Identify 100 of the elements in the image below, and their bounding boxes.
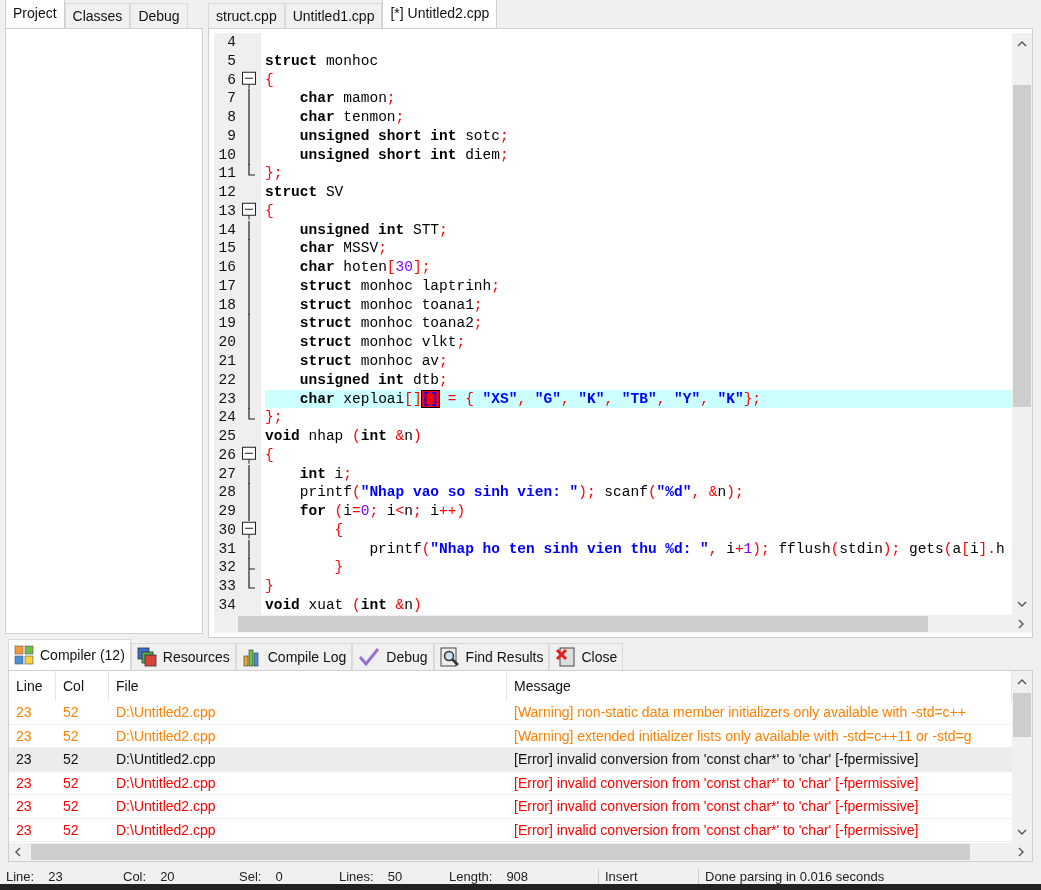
code-line: char mamon; (298, 89, 397, 109)
column-header[interactable]: Line (9, 671, 56, 701)
line-number: 15 (217, 239, 236, 259)
table-cell-text: D:\Untitled2.cpp (115, 703, 217, 722)
line-number: 34 (217, 595, 236, 615)
output-tab[interactable]: Resources (130, 643, 236, 670)
code-line: { (265, 445, 275, 465)
line-number: 9 (226, 126, 236, 146)
code-line: struct monhoc av; (298, 352, 449, 371)
line-number: 31 (217, 539, 236, 559)
line-number: 21 (217, 352, 236, 371)
table-cell-text: 52 (62, 820, 80, 840)
code-line: unsigned short int sotc; (298, 126, 510, 146)
line-number: 32 (217, 558, 236, 578)
scroll-right-icon[interactable] (1018, 847, 1024, 858)
panel-tab[interactable]: Classes (64, 3, 131, 28)
close-icon (555, 647, 576, 667)
output-tab[interactable]: Find Results (433, 643, 550, 670)
code-line: for (i=0; i<n; i++) (298, 502, 467, 521)
scroll-right-icon[interactable] (1018, 618, 1024, 629)
output-tab[interactable]: Compile Log (235, 643, 353, 670)
horizontal-scrollbar[interactable] (9, 843, 1032, 862)
table-cell-text: [Warning] extended initializer lists only available with -std=c++11 or -std=g (513, 726, 973, 746)
table-cell-text: 23 (15, 750, 33, 769)
table-cell-text: [Warning] non-static data member initializers only available with -std=c++ (513, 703, 967, 722)
table-cell-text: 23 (15, 726, 33, 746)
code-line: struct monhoc toana1; (298, 295, 484, 315)
scroll-left-icon[interactable] (15, 847, 21, 858)
line-number: 23 (217, 389, 236, 409)
line-number: 17 (217, 276, 236, 296)
table-cell-text: D:\Untitled2.cpp (115, 797, 217, 816)
vertical-scrollbar[interactable] (1012, 33, 1032, 615)
code-line: { (265, 70, 275, 90)
table-cell-text: D:\Untitled2.cpp (115, 726, 217, 746)
table-cell-text: [Error] invalid conversion from 'const char*' to 'char' [-fpermissive] (513, 750, 920, 769)
line-number: 5 (226, 51, 236, 71)
file-tab[interactable]: [*] Untitled2.cpp (382, 0, 498, 28)
panel-tab[interactable]: Project (5, 0, 65, 28)
output-tab[interactable]: Close (549, 643, 624, 670)
line-number: 20 (217, 333, 236, 352)
line-number: 29 (217, 502, 236, 521)
line-number: 33 (217, 577, 236, 596)
scroll-up-icon[interactable] (1017, 679, 1027, 685)
scrollbar-thumb[interactable] (238, 615, 928, 632)
stacked-squares-icon (136, 647, 157, 667)
code-line: } (333, 558, 345, 578)
code-line: struct monhoc toana2; (298, 314, 484, 334)
panel-tab[interactable]: Debug (130, 3, 188, 28)
checkmark-icon (358, 647, 381, 667)
fold-toggle-icon[interactable] (242, 201, 256, 221)
table-cell-text: D:\Untitled2.cpp (115, 750, 217, 769)
line-number: 11 (217, 164, 236, 184)
line-number: 10 (217, 145, 236, 165)
scroll-up-icon[interactable] (1017, 41, 1027, 47)
message-row[interactable]: 23 52 D:\Untitled2.cpp [Error] invalid conversion from 'const char*' to 'char' [-fpermissive] (9, 771, 1012, 795)
file-tab[interactable]: struct.cpp (208, 3, 285, 28)
column-header[interactable]: Col (56, 671, 109, 701)
table-cell-text: 52 (62, 750, 80, 769)
fold-toggle-icon[interactable] (242, 445, 256, 465)
scroll-down-icon[interactable] (1017, 600, 1027, 607)
line-number: 8 (226, 108, 236, 127)
table-cell-text: [Error] invalid conversion from 'const char*' to 'char' [-fpermissive] (513, 820, 920, 840)
line-number: 16 (217, 258, 236, 277)
code-line: void nhap (int &n) (265, 427, 423, 446)
message-row[interactable]: 23 52 D:\Untitled2.cpp [Error] invalid conversion from 'const char*' to 'char' [-fpermissive] (9, 818, 1012, 842)
fold-toggle-icon[interactable] (242, 70, 256, 90)
line-number: 13 (217, 201, 236, 221)
status-field: Lines: 50 (333, 869, 443, 885)
line-number: 25 (217, 427, 236, 446)
output-tab[interactable]: Compiler (12) (8, 639, 131, 670)
table-cell-text: 23 (15, 773, 33, 793)
code-line: printf("Nhap ho ten sinh vien thu %d: ", i+1); fflush(stdin); gets(a[i].h (368, 539, 1006, 559)
output-tab[interactable]: Debug (352, 643, 434, 670)
table-cell-text: 52 (62, 726, 80, 746)
code-editor[interactable] (214, 33, 1012, 615)
table-cell-text: 23 (15, 797, 33, 816)
table-cell-text: 23 (15, 820, 33, 840)
scrollbar-thumb[interactable] (31, 844, 970, 861)
table-cell-text: D:\Untitled2.cpp (115, 820, 217, 840)
file-tab[interactable]: Untitled1.cpp (284, 3, 383, 28)
line-number: 27 (217, 464, 236, 484)
code-line: { (265, 201, 275, 221)
table-cell-text: 23 (15, 703, 33, 722)
code-line: struct SV (265, 183, 345, 202)
line-number: 28 (217, 483, 236, 503)
code-line: struct monhoc vlkt; (298, 333, 467, 352)
table-cell-text: D:\Untitled2.cpp (115, 773, 217, 793)
grid-icon (14, 645, 34, 665)
scroll-down-icon[interactable] (1017, 829, 1027, 836)
table-cell-text: 52 (62, 797, 80, 816)
fold-toggle-icon[interactable] (242, 520, 256, 540)
message-row[interactable]: 23 52 D:\Untitled2.cpp [Error] invalid conversion from 'const char*' to 'char' [-fpermissive] (9, 748, 1012, 772)
code-line: struct monhoc (265, 51, 380, 71)
message-row[interactable]: 23 52 D:\Untitled2.cpp [Error] invalid conversion from 'const char*' to 'char' [-fpermissive] (9, 795, 1012, 819)
scrollbar-thumb[interactable] (1013, 85, 1031, 407)
vertical-scrollbar[interactable] (1012, 671, 1032, 844)
line-number: 4 (226, 33, 236, 52)
column-header[interactable]: File (109, 671, 507, 701)
code-line: char MSSV; (298, 239, 388, 259)
scrollbar-thumb[interactable] (1013, 693, 1031, 737)
